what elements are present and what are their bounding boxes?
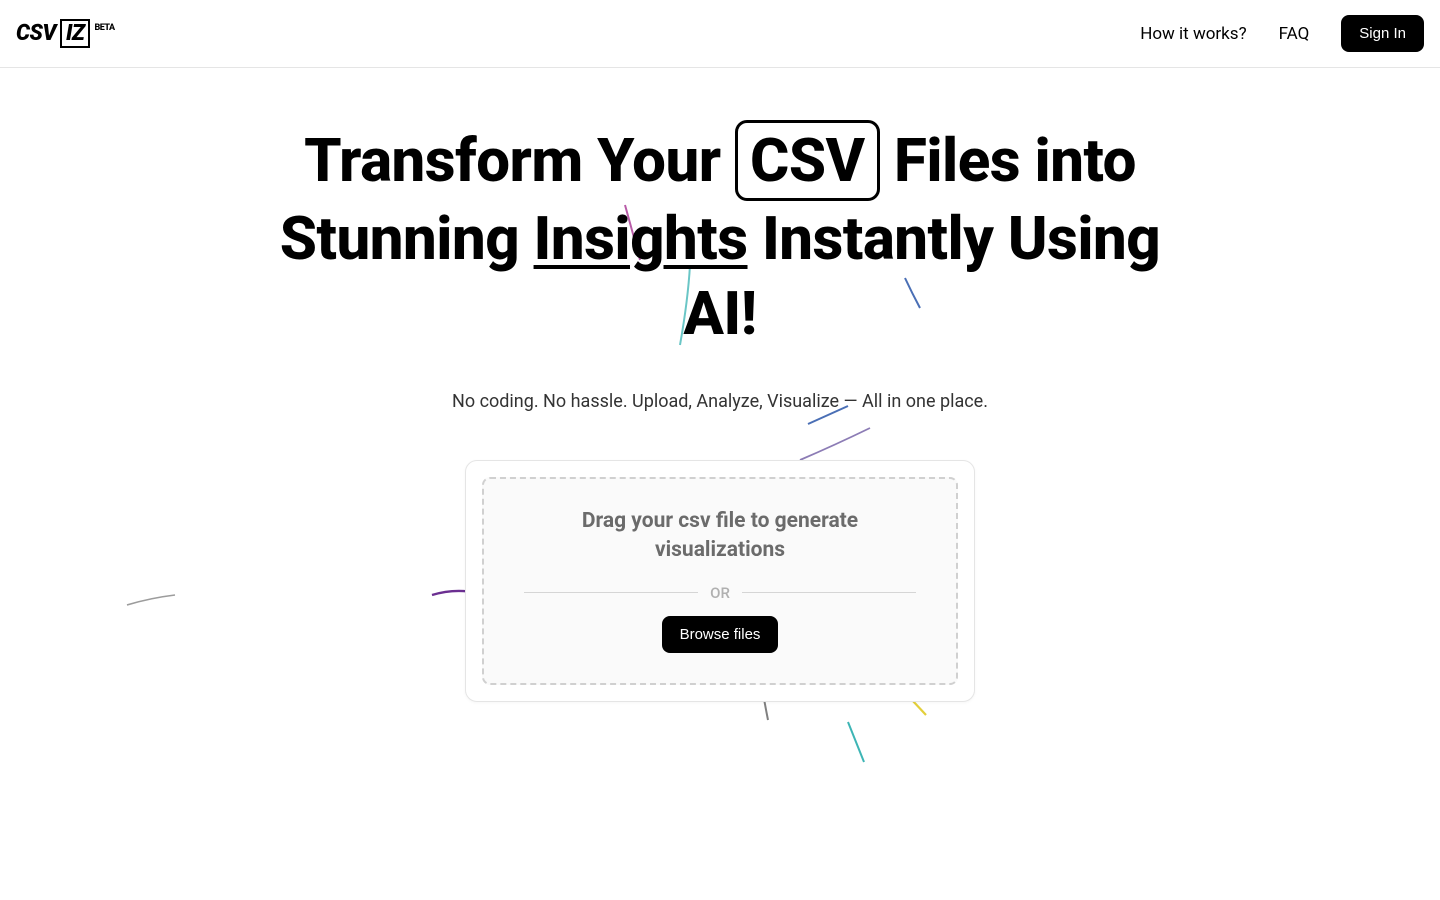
headline-insights: Insights [534, 203, 748, 274]
nav-how-it-works[interactable]: How it works? [1140, 24, 1246, 44]
headline-csv-box: CSV [735, 120, 880, 201]
upload-instructions: Drag your csv file to generate visualiza… [524, 507, 916, 566]
header: CSVIZ BETA How it works? FAQ Sign In [0, 0, 1440, 68]
nav-faq[interactable]: FAQ [1279, 24, 1310, 44]
logo[interactable]: CSVIZ BETA [16, 19, 115, 48]
headline-part3: Instantly Using AI! [683, 203, 1160, 349]
divider-line-right [742, 592, 916, 593]
hero-subtitle: No coding. No hassle. Upload, Analyze, V… [0, 391, 1440, 412]
logo-csv-text: CSV [16, 21, 56, 46]
or-text: OR [710, 584, 730, 602]
hero-headline: Transform Your CSV Files into Stunning I… [270, 120, 1170, 351]
or-divider: OR [524, 584, 916, 602]
upload-card: Drag your csv file to generate visualiza… [465, 460, 975, 702]
divider-line-left [524, 592, 698, 593]
headline-part1: Transform Your [304, 125, 735, 196]
upload-dropzone[interactable]: Drag your csv file to generate visualiza… [482, 477, 958, 685]
logo-beta-badge: BETA [94, 23, 114, 33]
logo-iz-text: IZ [60, 19, 90, 48]
browse-files-button[interactable]: Browse files [662, 616, 779, 653]
nav: How it works? FAQ Sign In [1140, 15, 1424, 52]
hero-section: Transform Your CSV Files into Stunning I… [0, 68, 1440, 702]
sign-in-button[interactable]: Sign In [1341, 15, 1424, 52]
